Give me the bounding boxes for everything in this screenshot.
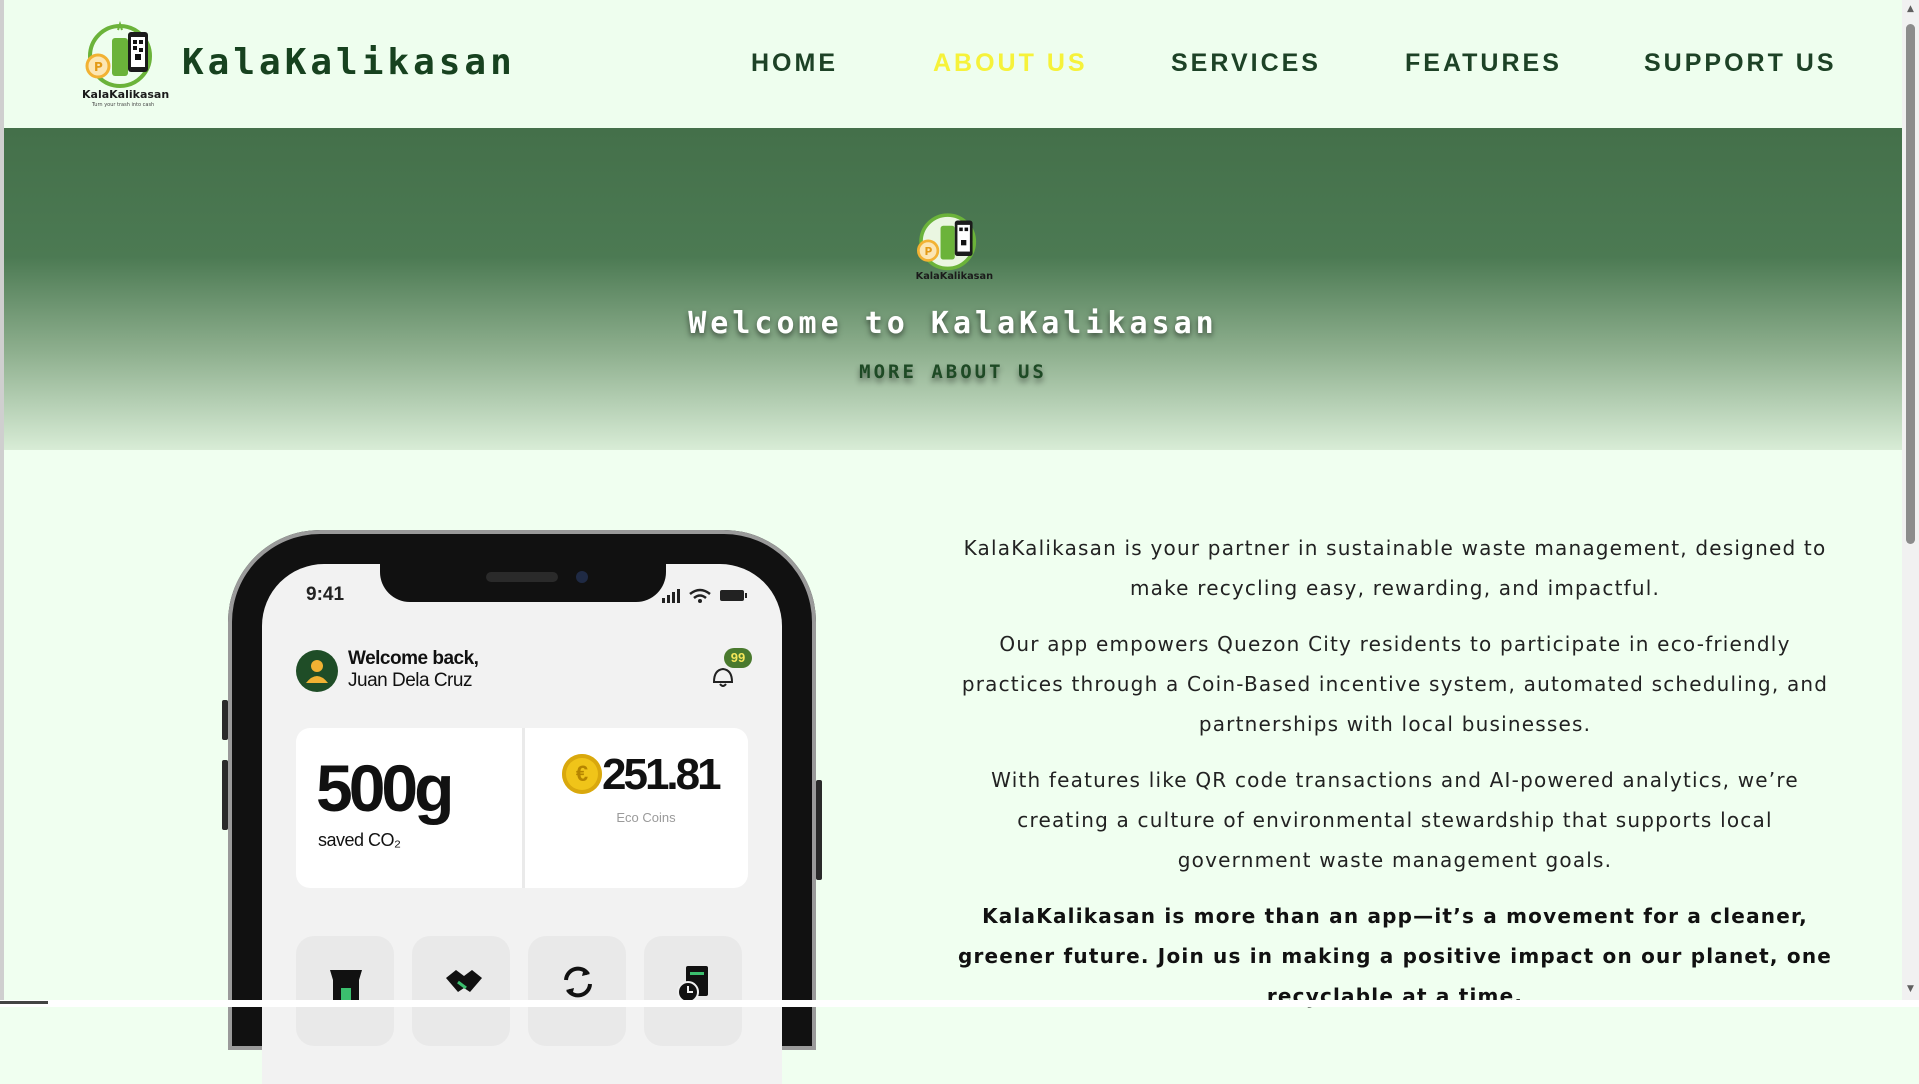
svg-text:P: P (925, 245, 933, 258)
store-icon (330, 970, 362, 1000)
notification-badge: 99 (724, 648, 752, 668)
phone-button (816, 780, 822, 880)
phone-speaker (486, 572, 558, 582)
brand-logo[interactable]: P KalaKalikasan Turn your trash into cas… (82, 18, 170, 108)
history-icon (677, 966, 708, 1003)
hero-banner: P KalaKalikasan Welcome to KalaKalikasan… (4, 128, 1902, 450)
status-time: 9:41 (306, 584, 345, 605)
about-closing-statement: KalaKalikasan is more than an app—it’s a… (957, 904, 1833, 1008)
site-header: P KalaKalikasan Turn your trash into cas… (4, 0, 1902, 128)
phone-mockup: 9:41 Welcome back, Juan Dela Cruz 99 500… (222, 530, 822, 1084)
about-paragraph: With features like QR code transactions … (991, 768, 1799, 872)
camera-icon (576, 571, 588, 583)
eco-coins-label: Eco Coins (616, 810, 676, 825)
hero-title: Welcome to KalaKalikasan (688, 306, 1218, 341)
svg-text:P: P (94, 60, 103, 74)
status-icons (662, 588, 747, 603)
scroll-down-arrow-icon[interactable]: ▼ (1906, 984, 1915, 994)
stats-card: 500g saved CO₂ € 251.81 Eco Coins (296, 728, 748, 888)
eco-coins-value: 251.81 (602, 750, 722, 799)
user-avatar-icon[interactable] (296, 650, 338, 692)
svg-text:Turn your trash into cash: Turn your trash into cash (91, 102, 154, 108)
quick-action-recycle[interactable] (528, 936, 626, 1046)
hero-logo: P KalaKalikasan (913, 208, 993, 288)
page-scrollbar[interactable]: ▲ ▼ (1902, 0, 1919, 1000)
eco-coin-icon: € (562, 754, 602, 794)
nav-about-us[interactable]: ABOUT US (933, 49, 1088, 78)
quick-action-partners[interactable] (412, 936, 510, 1046)
phone-button (222, 760, 228, 830)
horizontal-scroll-indicator (0, 1001, 48, 1004)
about-paragraph: KalaKalikasan is your partner in sustain… (963, 536, 1827, 600)
recycle-icon (564, 966, 592, 998)
about-paragraph: Our app empowers Quezon City residents t… (961, 632, 1829, 736)
nav-support-us[interactable]: SUPPORT US (1644, 49, 1837, 78)
hero-subtitle: MORE ABOUT US (859, 361, 1047, 383)
user-name: Juan Dela Cruz (348, 670, 472, 691)
hero-logo-graphic: P KalaKalikasan (916, 213, 993, 282)
phone-button (222, 700, 228, 740)
co2-saved-value: 500g (316, 751, 454, 825)
phone-notch (380, 564, 666, 602)
svg-text:KalaKalikasan: KalaKalikasan (916, 271, 993, 282)
window-bottom-edge (0, 1000, 1919, 1007)
handshake-icon (446, 970, 482, 992)
stats-divider (522, 728, 525, 888)
logo-graphic: P KalaKalikasan Turn your trash into cas… (82, 20, 169, 108)
quick-action-store[interactable] (296, 936, 394, 1046)
welcome-greeting: Welcome back, (348, 648, 479, 669)
co2-saved-label: saved CO₂ (318, 830, 401, 850)
nav-home[interactable]: HOME (751, 49, 838, 78)
about-description: KalaKalikasan is your partner in sustain… (950, 528, 1840, 1032)
scroll-up-arrow-icon[interactable]: ▲ (1906, 4, 1915, 14)
nav-features[interactable]: FEATURES (1405, 49, 1562, 78)
scrollbar-thumb[interactable] (1906, 24, 1915, 544)
quick-action-history[interactable] (644, 936, 742, 1046)
svg-text:KalaKalikasan: KalaKalikasan (82, 88, 169, 101)
brand-name: KalaKalikasan (182, 42, 516, 83)
nav-services[interactable]: SERVICES (1171, 49, 1321, 78)
